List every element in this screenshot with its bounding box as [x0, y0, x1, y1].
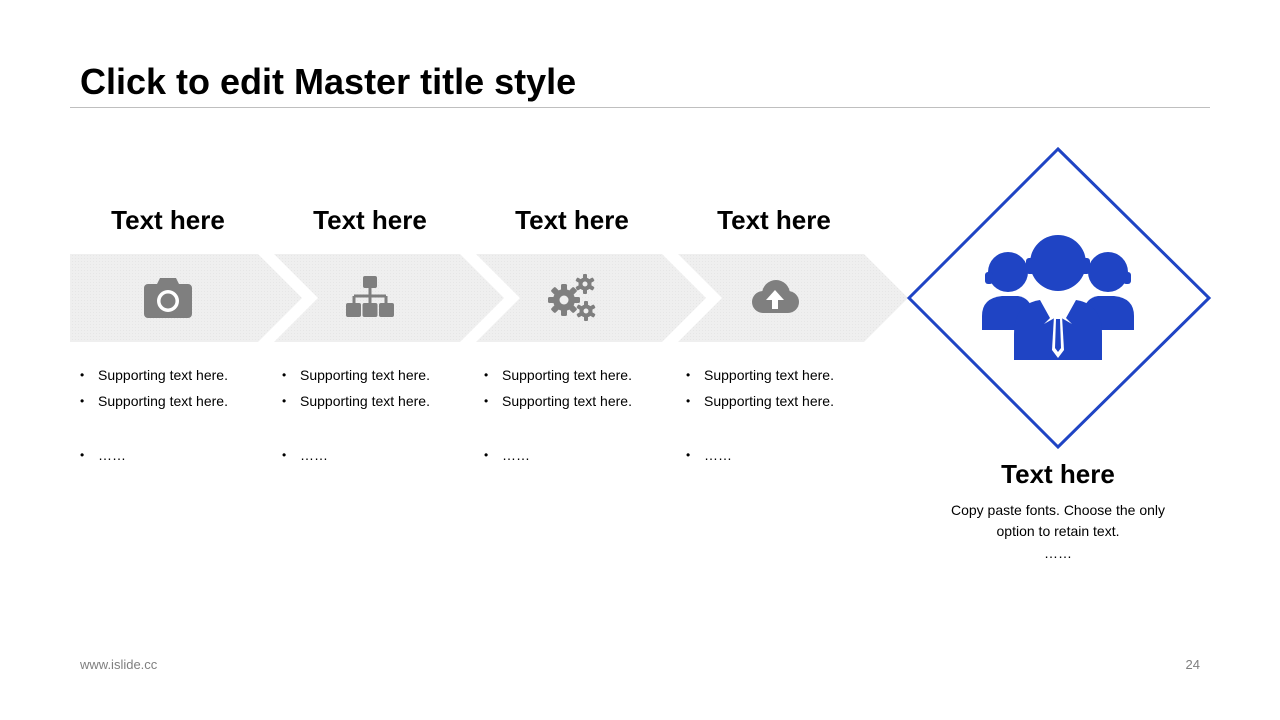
- list-item[interactable]: Supporting text here.: [282, 388, 472, 414]
- list-item[interactable]: ……: [80, 442, 270, 468]
- feature-heading[interactable]: Text here: [940, 458, 1176, 490]
- step-4-heading[interactable]: Text here: [674, 204, 874, 236]
- list-item[interactable]: ……: [282, 442, 472, 468]
- list-item[interactable]: Supporting text here.: [282, 362, 472, 388]
- team-icon: [982, 235, 1134, 360]
- list-item[interactable]: ……: [686, 442, 876, 468]
- gears-icon: [548, 274, 596, 321]
- list-item[interactable]: Supporting text here.: [686, 388, 876, 414]
- list-item[interactable]: Supporting text here.: [686, 362, 876, 388]
- camera-icon: [144, 278, 192, 318]
- list-item[interactable]: ……: [484, 442, 674, 468]
- step-1-bullets: Supporting text here. Supporting text he…: [80, 362, 270, 468]
- list-item[interactable]: Supporting text here.: [80, 362, 270, 388]
- list-item[interactable]: Supporting text here.: [80, 388, 270, 414]
- org-chart-icon: [346, 276, 394, 317]
- step-3-heading[interactable]: Text here: [472, 204, 672, 236]
- step-2-bullets: Supporting text here. Supporting text he…: [282, 362, 472, 468]
- step-1-heading[interactable]: Text here: [68, 204, 268, 236]
- step-3-bullets: Supporting text here. Supporting text he…: [484, 362, 674, 468]
- step-4-bullets: Supporting text here. Supporting text he…: [686, 362, 876, 468]
- step-2-heading[interactable]: Text here: [270, 204, 470, 236]
- list-item[interactable]: Supporting text here.: [484, 362, 674, 388]
- footer-url: www.islide.cc: [80, 657, 158, 672]
- feature-description[interactable]: Copy paste fonts. Choose the only option…: [940, 500, 1176, 542]
- list-item[interactable]: Supporting text here.: [484, 388, 674, 414]
- cloud-upload-icon: [752, 280, 799, 313]
- page-number: 24: [1185, 657, 1200, 672]
- feature-ellipsis[interactable]: ……: [940, 543, 1176, 564]
